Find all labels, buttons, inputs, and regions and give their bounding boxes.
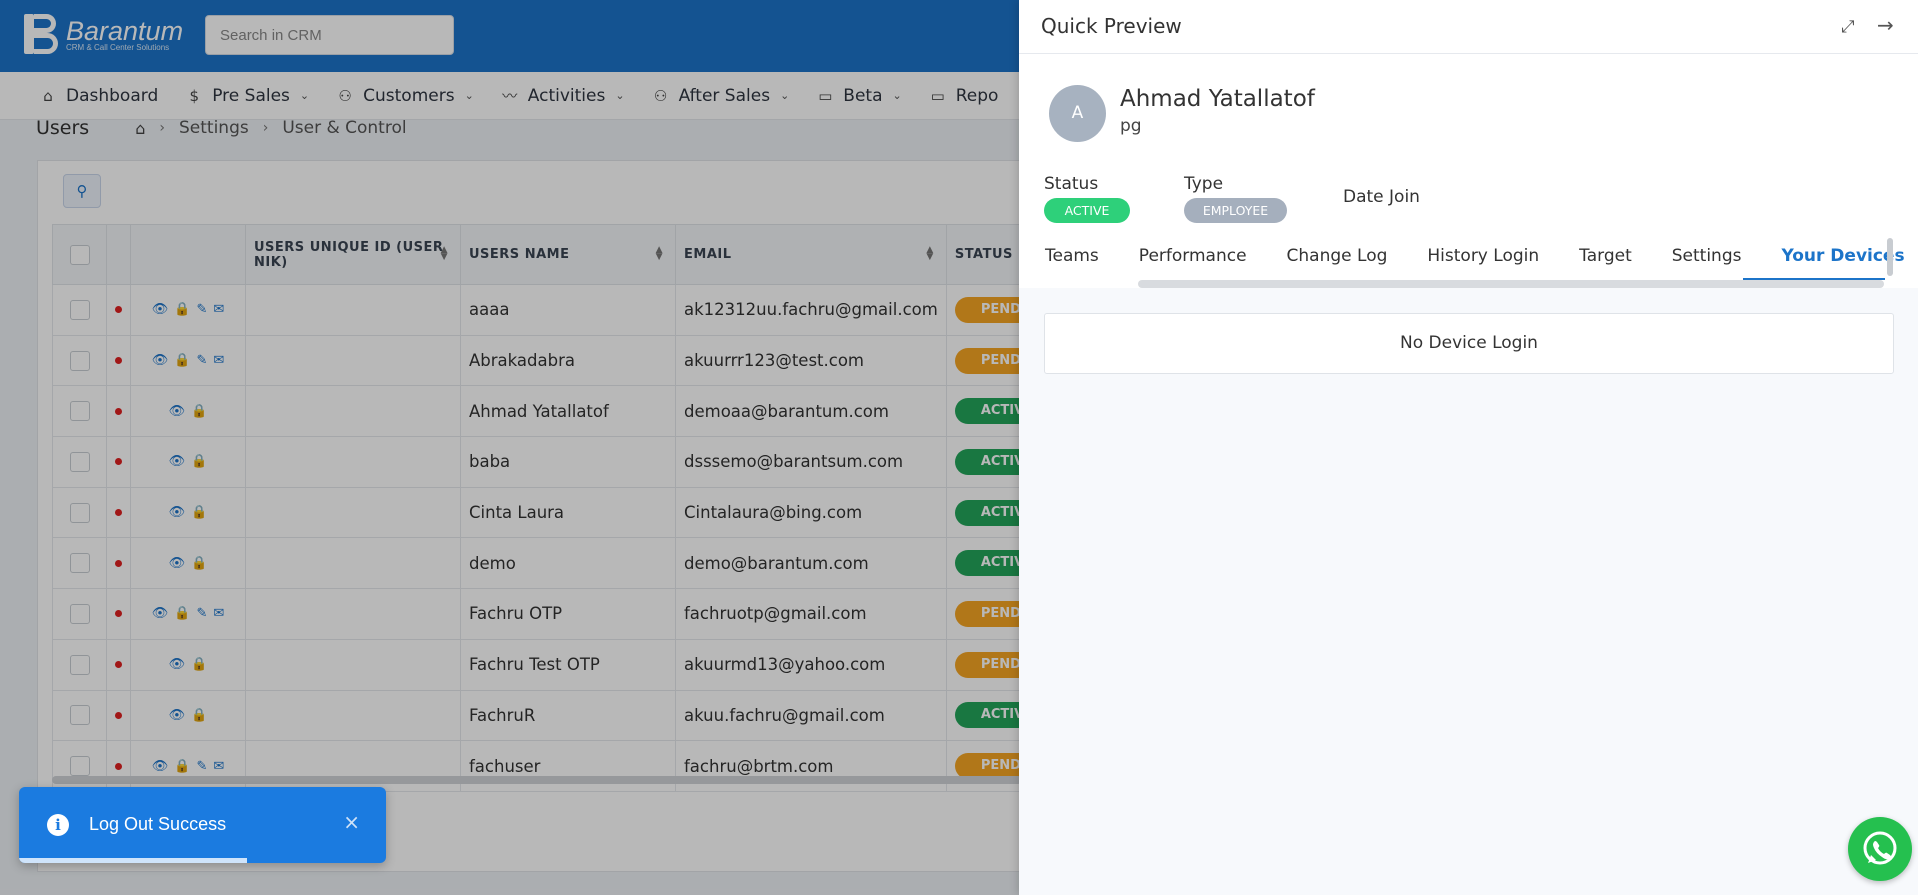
- tab-target[interactable]: Target: [1579, 246, 1632, 280]
- panel-header: Quick Preview ⤢ →: [1019, 0, 1918, 54]
- tab-change-log[interactable]: Change Log: [1287, 246, 1388, 280]
- status-badge: ACTIVE: [1044, 198, 1130, 223]
- no-device-message: No Device Login: [1044, 313, 1894, 374]
- quick-preview-panel: Quick Preview ⤢ →: [1019, 0, 1918, 895]
- expand-icon[interactable]: ⤢: [1841, 17, 1855, 37]
- close-panel-arrow-icon[interactable]: →: [1877, 13, 1894, 37]
- avatar: A: [1049, 85, 1106, 142]
- panel-vertical-scrollbar[interactable]: [1887, 238, 1893, 276]
- tabs-scrollbar[interactable]: [1138, 280, 1884, 288]
- panel-title: Quick Preview: [1041, 14, 1182, 38]
- tab-settings[interactable]: Settings: [1672, 246, 1742, 280]
- whatsapp-button[interactable]: [1848, 817, 1912, 881]
- info-icon: i: [47, 814, 69, 836]
- date-join-label: Date Join: [1343, 187, 1420, 207]
- status-label: Status: [1044, 174, 1099, 194]
- profile-user-subtitle: pg: [1120, 116, 1142, 136]
- whatsapp-icon: [1863, 831, 1897, 865]
- tab-history-login[interactable]: History Login: [1427, 246, 1539, 280]
- profile-user-name: Ahmad Yatallatof: [1120, 86, 1315, 112]
- type-label: Type: [1184, 174, 1224, 194]
- profile-tabs: Teams Performance Change Log History Login T…: [1045, 246, 1918, 280]
- type-badge: EMPLOYEE: [1184, 198, 1287, 223]
- toast-message: Log Out Success: [89, 814, 227, 834]
- tab-performance[interactable]: Performance: [1139, 246, 1247, 280]
- toast-close-button[interactable]: ×: [343, 810, 360, 834]
- toast-notification: i Log Out Success ×: [19, 787, 386, 863]
- toast-progress-bar: [19, 858, 247, 863]
- tab-teams[interactable]: Teams: [1045, 246, 1099, 280]
